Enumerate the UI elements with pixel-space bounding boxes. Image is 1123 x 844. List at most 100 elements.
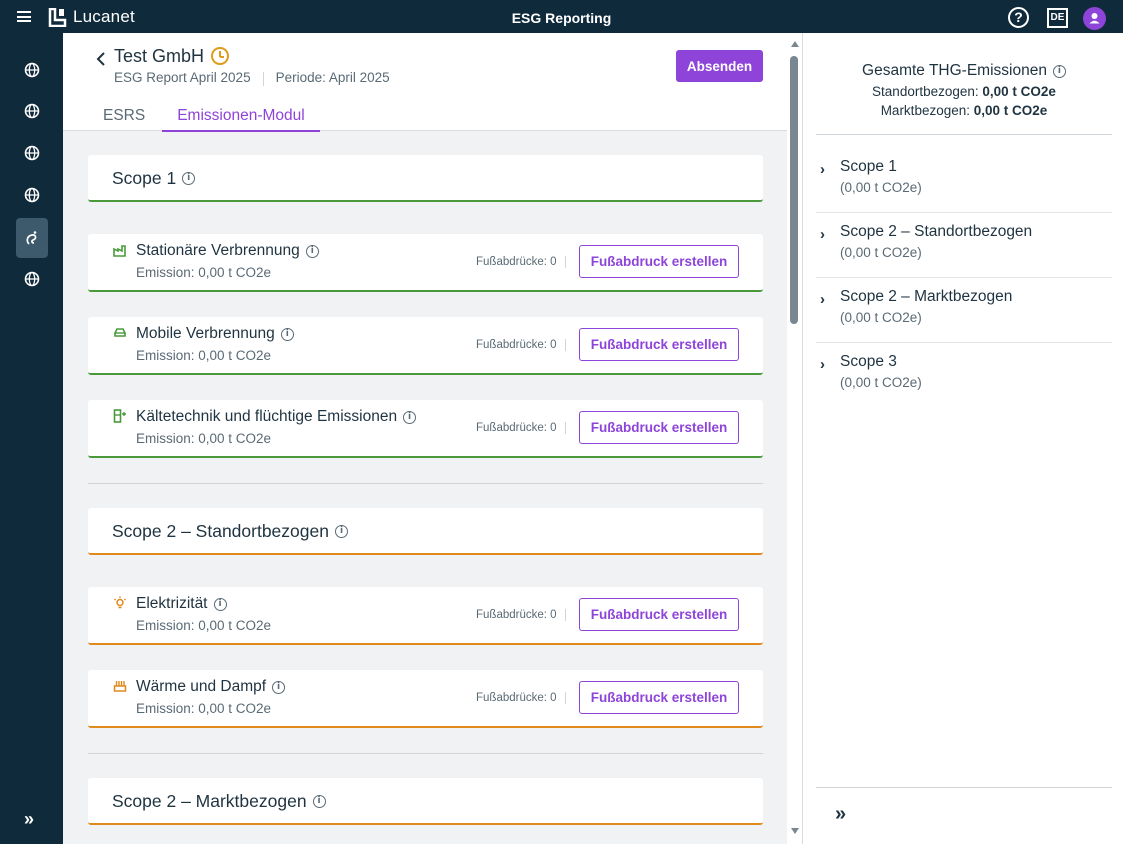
app-title: ESG Reporting — [511, 10, 612, 26]
scrollbar-thumb[interactable] — [790, 56, 798, 324]
rail-item-globe-1[interactable] — [16, 50, 48, 90]
info-icon[interactable]: i — [272, 680, 286, 694]
footprint-count: Fußabdrücke: 0 — [476, 609, 566, 621]
create-footprint-button[interactable]: Fußabdruck erstellen — [579, 245, 739, 278]
info-icon[interactable]: i — [312, 795, 326, 808]
factory-icon — [113, 245, 126, 257]
send-button[interactable]: Absenden — [676, 50, 763, 82]
market-label: Marktbezogen: — [880, 103, 970, 118]
category-emission: Emission: 0,00 t CO2e — [136, 701, 272, 716]
scroll-down-arrow-icon[interactable] — [791, 828, 799, 834]
category-name-text: Kältetechnik und flüchtige Emissionen — [136, 408, 398, 425]
rail-item-globe-5[interactable] — [16, 259, 48, 299]
globe-icon — [24, 62, 40, 78]
market-value: 0,00 t CO2e — [973, 103, 1048, 118]
summary-scope-row[interactable]: › Scope 1 (0,00 t CO2e) — [816, 148, 1112, 213]
heater-icon — [113, 681, 127, 692]
chevron-right-icon[interactable]: › — [820, 161, 825, 178]
rail-item-globe-3[interactable] — [16, 133, 48, 173]
category-name-text: Elektrizität — [136, 595, 208, 612]
chevron-right-icon[interactable]: › — [820, 356, 825, 373]
globe-icon — [24, 145, 40, 161]
scroll-up-arrow-icon[interactable] — [791, 41, 799, 47]
info-icon[interactable]: i — [213, 597, 227, 611]
summary-scope-row[interactable]: › Scope 2 – Marktbezogen (0,00 t CO2e) — [816, 278, 1112, 343]
globe-icon — [24, 103, 40, 119]
category-name: Stationäre Verbrennung i — [136, 242, 319, 260]
info-icon[interactable]: i — [305, 244, 319, 258]
scope-card-2-market: Scope 2 – Marktbezogen i — [88, 778, 763, 825]
rail-item-globe-2[interactable] — [16, 91, 48, 131]
help-icon[interactable]: ? — [1008, 7, 1029, 28]
info-icon[interactable]: i — [182, 172, 196, 185]
summary-scope-row[interactable]: › Scope 3 (0,00 t CO2e) — [816, 343, 1112, 408]
summary-title: Gesamte THG-Emissionen i — [816, 62, 1112, 80]
tab-emissions-module[interactable]: Emissionen-Modul — [162, 107, 320, 132]
category-card-stationary: Stationäre Verbrennung i Emission: 0,00 t… — [88, 234, 763, 292]
category-name: Mobile Verbrennung i — [136, 325, 294, 343]
refrigerator-icon — [113, 409, 126, 423]
summary-scope-list: › Scope 1 (0,00 t CO2e) › Scope 2 – Stan… — [816, 148, 1112, 408]
summary-scope-name: Scope 1 — [840, 158, 897, 175]
back-chevron-icon[interactable] — [95, 51, 107, 67]
report-period: Periode: April 2025 — [275, 70, 390, 85]
info-icon[interactable]: i — [280, 327, 294, 341]
create-footprint-button[interactable]: Fußabdruck erstellen — [579, 328, 739, 361]
clock-icon — [211, 47, 229, 65]
info-icon[interactable]: i — [403, 410, 417, 424]
summary-scope-row[interactable]: › Scope 2 – Standortbezogen (0,00 t CO2e… — [816, 213, 1112, 278]
category-card-electricity: Elektrizität i Emission: 0,00 t CO2e Fußa… — [88, 587, 763, 645]
location-value: 0,00 t CO2e — [982, 84, 1056, 99]
scope-title-text: Scope 2 – Standortbezogen — [112, 521, 329, 541]
chevron-right-icon[interactable]: › — [820, 291, 825, 308]
user-icon — [1089, 13, 1100, 24]
category-name: Wärme und Dampf i — [136, 678, 286, 696]
section-divider — [88, 483, 763, 484]
create-footprint-button[interactable]: Fußabdruck erstellen — [579, 598, 739, 631]
panel-footer: » — [816, 787, 1112, 844]
footprint-count: Fußabdrücke: 0 — [476, 339, 566, 351]
category-emission: Emission: 0,00 t CO2e — [136, 348, 272, 363]
category-emission: Emission: 0,00 t CO2e — [136, 431, 272, 446]
info-icon[interactable]: i — [1052, 64, 1066, 78]
left-rail: » — [0, 33, 63, 844]
footprint-icon — [26, 231, 37, 245]
section-divider — [88, 753, 763, 754]
main-content: Test GmbH ESG Report April 2025 Periode:… — [63, 33, 787, 844]
emissions-summary: Gesamte THG-Emissionen i Standortbezogen:… — [816, 33, 1112, 135]
scope-title-text: Scope 1 — [112, 168, 177, 188]
summary-scope-value: (0,00 t CO2e) — [840, 245, 922, 260]
tab-esrs[interactable]: ESRS — [103, 107, 145, 132]
globe-icon — [24, 271, 40, 287]
summary-location: Standortbezogen: 0,00 t CO2e — [816, 84, 1112, 99]
category-emission: Emission: 0,00 t CO2e — [136, 618, 272, 633]
avatar[interactable] — [1083, 7, 1106, 30]
category-name: Elektrizität i — [136, 595, 227, 613]
category-name: Kältetechnik und flüchtige Emissionen i — [136, 408, 417, 426]
scope-title-text: Scope 2 – Marktbezogen — [112, 791, 307, 811]
report-meta: ESG Report April 2025 Periode: April 202… — [114, 70, 390, 86]
category-name-text: Stationäre Verbrennung — [136, 242, 300, 259]
info-icon[interactable]: i — [334, 525, 348, 538]
rail-item-globe-4[interactable] — [16, 175, 48, 215]
summary-panel: Gesamte THG-Emissionen i Standortbezogen:… — [802, 33, 1123, 844]
rail-item-emissions[interactable] — [16, 218, 48, 258]
language-switch[interactable]: DE — [1047, 8, 1068, 28]
scope-card-1: Scope 1 i — [88, 155, 763, 202]
scope-title: Scope 2 – Marktbezogen i — [112, 791, 326, 812]
category-emission: Emission: 0,00 t CO2e — [136, 265, 272, 280]
category-name-text: Mobile Verbrennung — [136, 325, 275, 342]
footprint-count: Fußabdrücke: 0 — [476, 422, 566, 434]
chevron-right-icon[interactable]: › — [820, 226, 825, 243]
category-card-heat-steam: Wärme und Dampf i Emission: 0,00 t CO2e F… — [88, 670, 763, 728]
summary-scope-name: Scope 2 – Standortbezogen — [840, 223, 1033, 240]
summary-scope-name: Scope 2 – Marktbezogen — [840, 288, 1013, 305]
scrollbar[interactable] — [787, 33, 802, 844]
summary-title-text: Gesamte THG-Emissionen — [862, 62, 1047, 79]
create-footprint-button[interactable]: Fußabdruck erstellen — [579, 411, 739, 444]
page-header: Test GmbH ESG Report April 2025 Periode:… — [63, 33, 787, 132]
category-card-refrigeration: Kältetechnik und flüchtige Emissionen i E… — [88, 400, 763, 458]
create-footprint-button[interactable]: Fußabdruck erstellen — [579, 681, 739, 714]
rail-expand-icon[interactable]: » — [24, 809, 34, 830]
panel-expand-icon[interactable]: » — [835, 803, 846, 826]
